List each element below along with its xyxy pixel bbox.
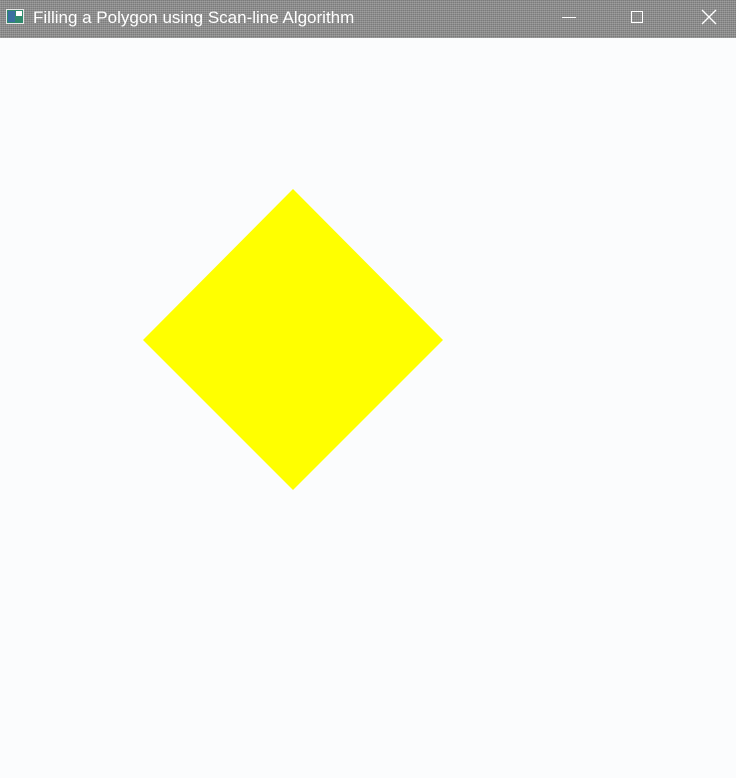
window-title: Filling a Polygon using Scan-line Algori…	[33, 8, 355, 27]
maximize-icon	[631, 11, 643, 23]
title-bar[interactable]: Filling a Polygon using Scan-line Algori…	[0, 0, 736, 38]
close-button[interactable]	[686, 0, 732, 34]
minimize-icon	[562, 16, 576, 18]
app-icon	[6, 9, 24, 24]
maximize-button[interactable]	[614, 0, 660, 34]
close-icon	[701, 9, 717, 25]
app-window: Filling a Polygon using Scan-line Algori…	[0, 0, 736, 778]
drawing-canvas	[0, 38, 736, 778]
canvas-svg	[143, 189, 443, 490]
filled-polygon	[143, 189, 443, 490]
minimize-button[interactable]	[546, 0, 592, 34]
